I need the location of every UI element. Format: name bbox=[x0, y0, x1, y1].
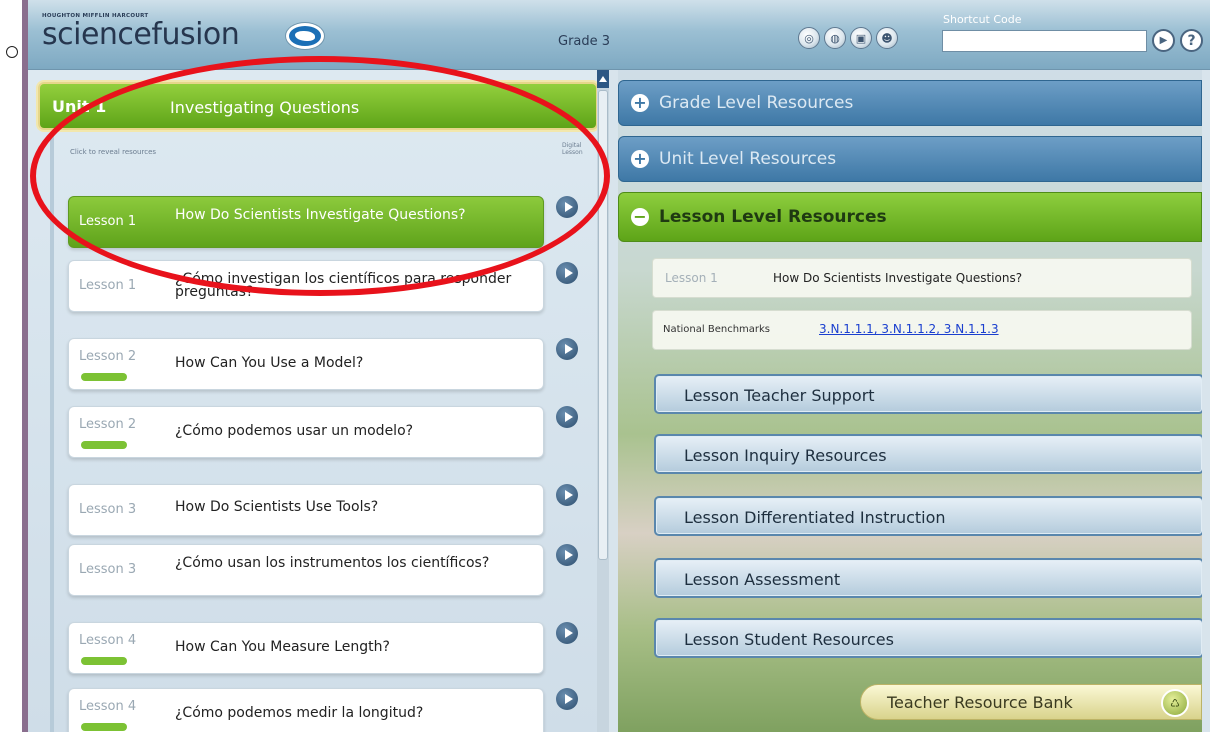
grade-label: Grade 3 bbox=[558, 34, 611, 49]
reveal-hint: Click to reveal resources bbox=[70, 148, 157, 156]
world-icon[interactable]: ◍ bbox=[824, 27, 846, 49]
lesson-label: Lesson 1 bbox=[79, 214, 137, 229]
benchmarks-box: National Benchmarks 3.N.1.1.1, 3.N.1.1.2… bbox=[652, 310, 1192, 350]
unit-title: Investigating Questions bbox=[170, 98, 360, 117]
grade-level-resources-accordion[interactable]: + Grade Level Resources bbox=[618, 80, 1202, 126]
play-icon[interactable] bbox=[556, 688, 578, 710]
minus-icon: − bbox=[631, 208, 649, 226]
lesson-differentiated-instruction-button[interactable]: Lesson Differentiated Instruction bbox=[654, 496, 1202, 536]
shortcut-code-input[interactable] bbox=[942, 30, 1147, 52]
plus-icon: + bbox=[631, 150, 649, 168]
plus-icon: + bbox=[631, 94, 649, 112]
current-lesson-box: Lesson 1 How Do Scientists Investigate Q… bbox=[652, 258, 1192, 298]
virtual-lab-badge bbox=[81, 441, 127, 449]
lesson-row[interactable]: Lesson 2 How Can You Use a Model? bbox=[68, 338, 544, 390]
lesson-label: Lesson 4 bbox=[79, 633, 137, 648]
lesson-level-resources-accordion[interactable]: − Lesson Level Resources bbox=[618, 192, 1202, 242]
resources-panel: + Grade Level Resources + Unit Level Res… bbox=[618, 70, 1202, 732]
usa-map-icon bbox=[286, 23, 324, 49]
lesson-label: Lesson 3 bbox=[79, 502, 137, 517]
play-icon[interactable] bbox=[556, 262, 578, 284]
lesson-label: Lesson 2 bbox=[79, 349, 137, 364]
app-frame: HOUGHTON MIFFLIN HARCOURT sciencefusion … bbox=[22, 0, 1210, 732]
frame-edge bbox=[22, 0, 28, 732]
button-label: Lesson Differentiated Instruction bbox=[684, 508, 946, 527]
header-toolbar: ◎ ◍ ▣ ☻ bbox=[798, 27, 898, 49]
accordion-label: Grade Level Resources bbox=[659, 93, 854, 113]
play-icon[interactable] bbox=[556, 338, 578, 360]
lesson-row[interactable]: Lesson 3 How Do Scientists Use Tools? bbox=[68, 484, 544, 536]
unit-number: Unit 1 bbox=[52, 97, 107, 116]
lesson-row[interactable]: Lesson 4 How Can You Measure Length? bbox=[68, 622, 544, 674]
benchmarks-label: National Benchmarks bbox=[663, 324, 771, 335]
app-header: HOUGHTON MIFFLIN HARCOURT sciencefusion … bbox=[28, 0, 1210, 70]
lesson-row[interactable]: Lesson 3 ¿Cómo usan los instrumentos los… bbox=[68, 544, 544, 596]
button-label: Teacher Resource Bank bbox=[887, 693, 1073, 712]
lesson-row[interactable]: Lesson 4 ¿Cómo podemos medir la longitud… bbox=[68, 688, 544, 732]
teacher-resource-bank-button[interactable]: Teacher Resource Bank ♺ bbox=[860, 684, 1202, 720]
lesson-title: How Can You Measure Length? bbox=[175, 639, 390, 655]
lesson-student-resources-button[interactable]: Lesson Student Resources bbox=[654, 618, 1202, 658]
lesson-row[interactable]: Lesson 2 ¿Cómo podemos usar un modelo? bbox=[68, 406, 544, 458]
lesson-label: Lesson 4 bbox=[79, 699, 137, 714]
brand-logo: sciencefusion bbox=[42, 17, 240, 52]
person-icon[interactable]: ☻ bbox=[876, 27, 898, 49]
lesson-title: ¿Cómo podemos usar un modelo? bbox=[175, 423, 414, 439]
print-icon[interactable]: ▣ bbox=[850, 27, 872, 49]
play-icon[interactable] bbox=[556, 622, 578, 644]
help-button[interactable]: ? bbox=[1180, 29, 1203, 52]
button-label: Lesson Teacher Support bbox=[684, 386, 875, 405]
scroll-up-arrow-icon[interactable] bbox=[597, 70, 609, 88]
button-label: Lesson Assessment bbox=[684, 570, 841, 589]
play-icon[interactable] bbox=[556, 484, 578, 506]
lesson-row[interactable]: Lesson 1 ¿Cómo investigan los científico… bbox=[68, 260, 544, 312]
lesson-label: Lesson 3 bbox=[79, 562, 137, 577]
play-icon[interactable] bbox=[556, 544, 578, 566]
lesson-label: Lesson 1 bbox=[79, 278, 137, 293]
lesson-teacher-support-button[interactable]: Lesson Teacher Support bbox=[654, 374, 1202, 414]
unit-header[interactable]: Unit 1 Investigating Questions bbox=[38, 82, 598, 130]
digital-lesson-header: Digital Lesson bbox=[562, 142, 583, 156]
accordion-label: Lesson Level Resources bbox=[659, 207, 887, 227]
lesson-title: ¿Cómo usan los instrumentos los científi… bbox=[175, 555, 490, 571]
lesson-assessment-button[interactable]: Lesson Assessment bbox=[654, 558, 1202, 598]
lesson-title: How Do Scientists Use Tools? bbox=[175, 499, 379, 515]
virtual-lab-badge bbox=[81, 373, 127, 381]
play-icon[interactable]: ▶ bbox=[1152, 29, 1175, 52]
lesson-label: Lesson 2 bbox=[79, 417, 137, 432]
lesson-row[interactable]: Lesson 1 How Do Scientists Investigate Q… bbox=[68, 196, 544, 248]
lesson-title: How Can You Use a Model? bbox=[175, 355, 364, 371]
lesson-title: ¿Cómo investigan los científicos para re… bbox=[175, 271, 512, 300]
shortcut-code-label: Shortcut Code bbox=[943, 13, 1022, 26]
button-label: Lesson Student Resources bbox=[684, 630, 894, 649]
virtual-lab-badge bbox=[81, 723, 127, 731]
lesson-title: ¿Cómo podemos medir la longitud? bbox=[175, 705, 424, 721]
play-icon[interactable] bbox=[556, 196, 578, 218]
button-label: Lesson Inquiry Resources bbox=[684, 446, 887, 465]
current-lesson-label: Lesson 1 bbox=[665, 271, 718, 285]
timeline-line bbox=[50, 132, 54, 732]
accordion-label: Unit Level Resources bbox=[659, 149, 837, 169]
scrollbar-thumb[interactable] bbox=[598, 90, 608, 560]
lesson-inquiry-resources-button[interactable]: Lesson Inquiry Resources bbox=[654, 434, 1202, 474]
bullet-marker bbox=[6, 46, 18, 58]
virtual-lab-badge bbox=[81, 657, 127, 665]
unit-level-resources-accordion[interactable]: + Unit Level Resources bbox=[618, 136, 1202, 182]
lesson-list-scrollbar[interactable] bbox=[597, 70, 609, 732]
current-lesson-title: How Do Scientists Investigate Questions? bbox=[773, 271, 1023, 285]
lesson-title: How Do Scientists Investigate Questions? bbox=[175, 207, 466, 223]
resource-bank-icon: ♺ bbox=[1161, 689, 1189, 717]
benchmarks-links[interactable]: 3.N.1.1.1, 3.N.1.1.2, 3.N.1.1.3 bbox=[819, 322, 999, 336]
globe-icon[interactable]: ◎ bbox=[798, 27, 820, 49]
play-icon[interactable] bbox=[556, 406, 578, 428]
lesson-list-panel: Unit 1 Investigating Questions Click to … bbox=[28, 70, 608, 732]
